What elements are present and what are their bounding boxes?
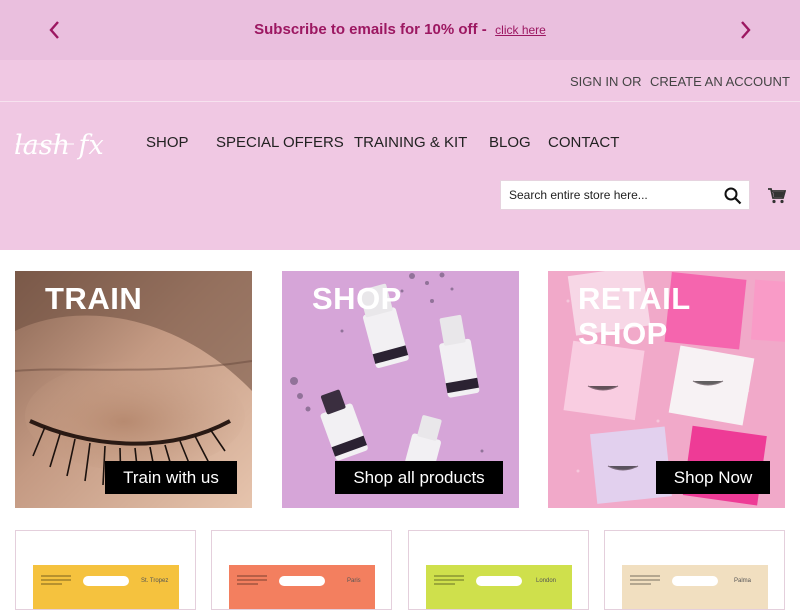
product-name: Palma — [734, 578, 752, 584]
chevron-left-icon[interactable] — [44, 19, 66, 41]
product-card[interactable]: London — [408, 530, 589, 610]
search-box — [500, 180, 750, 210]
train-with-us-button[interactable]: Train with us — [105, 461, 237, 494]
train-tile[interactable]: TRAIN Train with us — [15, 271, 252, 508]
nav-shop[interactable]: SHOP — [146, 134, 189, 151]
promo-message: Subscribe to emails for 10% off - click … — [254, 21, 546, 39]
nav-contact[interactable]: CONTACT — [548, 134, 619, 151]
or-label: OR — [622, 74, 642, 89]
shop-all-products-button[interactable]: Shop all products — [335, 461, 503, 494]
product-name: St. Tropez — [141, 578, 169, 584]
promo-link[interactable]: click here — [495, 23, 546, 37]
chevron-right-icon[interactable] — [734, 19, 756, 41]
retail-shop-tile[interactable]: RETAIL SHOP Shop Now — [548, 271, 785, 508]
shop-now-button[interactable]: Shop Now — [656, 461, 770, 494]
product-name: London — [536, 578, 557, 584]
product-image: St. Tropez — [33, 565, 179, 609]
svg-text:lash fx: lash fx — [14, 130, 104, 160]
search-icon[interactable] — [723, 186, 743, 206]
sign-in-link[interactable]: SIGN IN — [570, 74, 618, 89]
search-input[interactable] — [501, 181, 719, 209]
cart-icon[interactable] — [768, 188, 786, 204]
create-account-link[interactable]: CREATE AN ACCOUNT — [650, 74, 790, 89]
product-name: Paris — [347, 578, 361, 584]
product-image: Paris — [229, 565, 375, 609]
site-header: lash fx SHOP SPECIAL OFFERS TRAINING & K… — [0, 102, 800, 250]
tile-title-shop: SHOP — [312, 281, 402, 316]
nav-blog[interactable]: BLOG — [489, 134, 531, 151]
shop-tile[interactable]: SHOP Shop all products — [282, 271, 519, 508]
promo-banner: Subscribe to emails for 10% off - click … — [0, 0, 800, 60]
product-card[interactable]: St. Tropez — [15, 530, 196, 610]
account-bar: SIGN IN OR CREATE AN ACCOUNT — [0, 60, 800, 102]
nav-training-kit[interactable]: TRAINING & KIT — [354, 134, 467, 151]
tile-title-train: TRAIN — [45, 281, 143, 316]
lash-fx-logo[interactable]: lash fx — [14, 124, 104, 160]
nav-special-offers[interactable]: SPECIAL OFFERS — [216, 134, 344, 151]
product-image: Palma — [622, 565, 768, 609]
promo-text: Subscribe to emails for 10% off - — [254, 21, 487, 38]
tile-title-retail-shop: RETAIL SHOP — [578, 281, 691, 351]
product-card[interactable]: Palma — [604, 530, 785, 610]
product-image: London — [426, 565, 572, 609]
product-card[interactable]: Paris — [211, 530, 392, 610]
